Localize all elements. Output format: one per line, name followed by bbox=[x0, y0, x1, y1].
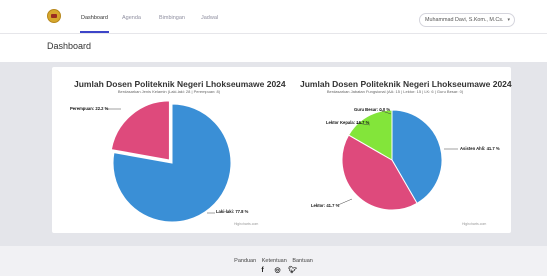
instagram-icon[interactable]: ◎ bbox=[273, 267, 282, 275]
nav-dashboard[interactable]: Dashboard bbox=[81, 15, 108, 21]
right-label-asisten-ahli: Asisten Ahli: 41.7 % bbox=[460, 146, 500, 151]
footer-links: Panduan Ketentuan Bantuan bbox=[0, 258, 547, 264]
right-chart-credit: Highcharts.com bbox=[462, 222, 487, 226]
nav-jadwal[interactable]: Jadwal bbox=[201, 15, 218, 21]
charts-svg bbox=[105, 100, 458, 223]
page-header: Dashboard bbox=[0, 34, 547, 62]
right-label-guru-besar: Guru Besar: 0.0 % bbox=[354, 107, 391, 112]
twitter-icon[interactable]: 🐦︎ bbox=[288, 267, 297, 275]
nav-agenda[interactable]: Agenda bbox=[122, 15, 141, 21]
charts-card: Jumlah Dosen Politeknik Negeri Lhokseuma… bbox=[52, 67, 512, 233]
social-links: f ◎ 🐦︎ bbox=[258, 267, 297, 275]
user-name: Muhammad Davi, S.Kom., M.Cs. bbox=[425, 17, 504, 23]
right-connector-lektor bbox=[337, 198, 353, 206]
left-label-perempuan: Perempuan: 22.2 % bbox=[70, 106, 109, 111]
page-title: Dashboard bbox=[47, 41, 92, 51]
left-label-laki: Laki-laki: 77.8 % bbox=[216, 209, 249, 214]
pie-slice-perempuan[interactable] bbox=[110, 100, 170, 161]
chevron-down-icon: ▾ bbox=[507, 17, 510, 23]
top-navbar: Dashboard Agenda Bimbingan Jadwal Muhamm… bbox=[0, 0, 547, 34]
footer-link-ketentuan[interactable]: Ketentuan bbox=[262, 258, 287, 264]
active-tab-indicator bbox=[80, 31, 109, 33]
right-label-lektor-kepala: Lektor Kepala: 16.7 % bbox=[326, 120, 370, 125]
footer-link-bantuan[interactable]: Bantuan bbox=[292, 258, 313, 264]
user-menu-button[interactable]: Muhammad Davi, S.Kom., M.Cs. ▾ bbox=[419, 13, 515, 27]
left-chart-credit: Highcharts.com bbox=[234, 222, 259, 226]
facebook-icon[interactable]: f bbox=[258, 267, 267, 275]
footer-link-panduan[interactable]: Panduan bbox=[234, 258, 256, 264]
logo-icon[interactable] bbox=[47, 9, 61, 23]
nav-bimbingan[interactable]: Bimbingan bbox=[159, 15, 185, 21]
right-label-lektor: Lektor: 41.7 % bbox=[311, 203, 340, 208]
